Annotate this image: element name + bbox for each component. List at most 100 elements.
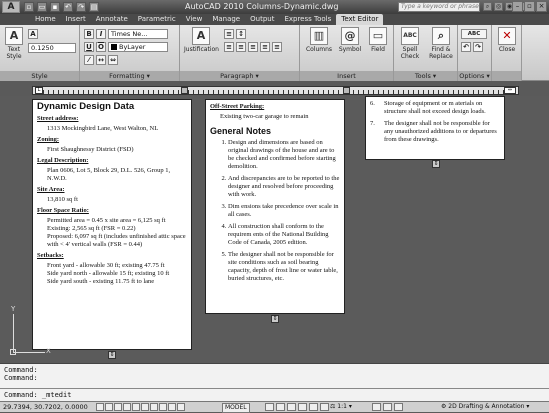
close-panel: ✕ Close: [492, 25, 522, 81]
plot-icon[interactable]: ▤: [89, 2, 99, 12]
layout-icon[interactable]: [265, 403, 274, 411]
text-height-field[interactable]: 0.1250: [28, 43, 76, 53]
color-select[interactable]: ByLayer: [108, 42, 168, 52]
formatting-panel-label[interactable]: Formatting ▾: [80, 71, 179, 81]
save-icon[interactable]: ▪: [50, 2, 60, 12]
new-icon[interactable]: ▫: [24, 2, 34, 12]
command-prompt[interactable]: Command: _mtedit: [4, 391, 71, 399]
oblique-icon[interactable]: ⁄: [84, 55, 94, 65]
tools-panel-label[interactable]: Tools ▾: [394, 71, 457, 81]
coordinate-readout[interactable]: 29.7394, 30.7202, 0.0000: [3, 402, 88, 412]
text-style-button[interactable]: A Text Style: [3, 27, 25, 60]
symbol-label: Symbol: [338, 46, 362, 53]
field-label: Field: [371, 46, 385, 53]
field-button[interactable]: ▭ Field: [366, 27, 390, 53]
layout-icon[interactable]: [276, 403, 285, 411]
close-label: Close: [498, 46, 516, 53]
align-center-icon[interactable]: ≡: [236, 42, 246, 52]
zoom-icon[interactable]: [298, 403, 307, 411]
ucs-y-label: Y: [11, 305, 16, 313]
column-gutter-marker[interactable]: [181, 87, 188, 94]
redo-icon[interactable]: ↷: [76, 2, 86, 12]
annotation-scale[interactable]: ⚖ 1:1 ▾: [330, 402, 352, 412]
options-panel-label[interactable]: Options ▾: [458, 71, 491, 81]
column-gutter-marker[interactable]: [343, 87, 350, 94]
showmotion-icon[interactable]: [320, 403, 329, 411]
symbol-button[interactable]: @ Symbol: [336, 27, 364, 53]
polar-toggle-icon[interactable]: [123, 403, 131, 411]
mtext-column-2[interactable]: Off-Street Parking: Existing two-car gar…: [205, 99, 345, 314]
italic-button[interactable]: I: [96, 29, 106, 39]
minimize-icon[interactable]: –: [512, 1, 523, 12]
distribute-icon[interactable]: ≡: [272, 42, 282, 52]
ucs-icon: Y X: [6, 305, 51, 355]
abc-button[interactable]: ABC: [461, 29, 487, 39]
line-spacing-icon[interactable]: ↕: [236, 29, 246, 39]
close-icon[interactable]: ×: [536, 1, 547, 12]
auto-scale-icon[interactable]: [383, 403, 392, 411]
width-factor-icon[interactable]: ⇔: [108, 55, 118, 65]
tab-insert[interactable]: Insert: [61, 14, 91, 25]
tab-home[interactable]: Home: [30, 14, 61, 25]
undo-icon[interactable]: ↶: [63, 2, 73, 12]
find-replace-icon: ⌕: [432, 27, 450, 45]
ducs-toggle-icon[interactable]: [150, 403, 158, 411]
search-icon[interactable]: ⌕: [483, 2, 492, 11]
align-right-icon[interactable]: ≡: [248, 42, 258, 52]
overline-button[interactable]: O: [96, 42, 106, 52]
close-text-editor-button[interactable]: ✕ Close: [496, 27, 518, 53]
find-replace-button[interactable]: ⌕ Find & Replace: [426, 27, 456, 60]
ortho-toggle-icon[interactable]: [114, 403, 122, 411]
otrack-toggle-icon[interactable]: [141, 403, 149, 411]
tab-view[interactable]: View: [181, 14, 208, 25]
ruler-width-handle[interactable]: ⇔: [504, 87, 516, 94]
undo-icon[interactable]: ↶: [461, 42, 471, 52]
justify-icon[interactable]: ≡: [260, 42, 270, 52]
note-item: 7. The designer shall not be responsible…: [370, 120, 500, 144]
font-select[interactable]: Times Ne...: [108, 29, 168, 39]
osnap-toggle-icon[interactable]: [132, 403, 140, 411]
command-line[interactable]: Command: Command: Command: _mtedit: [0, 363, 549, 401]
ribbon: A Text Style A 0.1250 Style B I Times Ne…: [0, 25, 549, 81]
annotation-visibility-icon[interactable]: [372, 403, 381, 411]
tracking-icon[interactable]: ↔: [96, 55, 106, 65]
pan-icon[interactable]: [287, 403, 296, 411]
mtext-column-3[interactable]: 6. Storage of equipment or m aterials on…: [365, 96, 505, 160]
tab-parametric[interactable]: Parametric: [133, 14, 181, 25]
tab-manage[interactable]: Manage: [207, 14, 245, 25]
application-menu-button[interactable]: A: [2, 1, 20, 13]
column-2-height-grip[interactable]: ⇕: [271, 315, 279, 323]
snap-toggle-icon[interactable]: [96, 403, 104, 411]
ruler-left-indent[interactable]: L: [35, 87, 43, 94]
maximize-icon[interactable]: ▫: [524, 1, 535, 12]
bullets-icon[interactable]: ≡: [224, 29, 234, 39]
spell-check-button[interactable]: ABC Spell Check: [396, 27, 424, 60]
open-icon[interactable]: ▭: [37, 2, 47, 12]
paragraph-panel-label[interactable]: Paragraph ▾: [180, 71, 299, 81]
steeringwheel-icon[interactable]: [309, 403, 318, 411]
bold-button[interactable]: B: [84, 29, 94, 39]
lwt-toggle-icon[interactable]: [168, 403, 176, 411]
align-left-icon[interactable]: ≡: [224, 42, 234, 52]
tab-express-tools[interactable]: Express Tools: [279, 14, 336, 25]
mtext-column-1[interactable]: Dynamic Design Data Street address: 1313…: [32, 99, 192, 350]
columns-button[interactable]: ▥ Columns: [304, 27, 334, 53]
tab-annotate[interactable]: Annotate: [91, 14, 133, 25]
tab-text-editor[interactable]: Text Editor: [336, 14, 384, 25]
tab-output[interactable]: Output: [245, 14, 279, 25]
qp-toggle-icon[interactable]: [177, 403, 185, 411]
workspace-switcher[interactable]: ⚙ 2D Drafting & Annotation ▾: [441, 402, 529, 412]
lock-icon[interactable]: [394, 403, 403, 411]
note-item: And discrepancies are to be reported to …: [228, 175, 340, 199]
column-1-height-grip[interactable]: ⇕: [108, 351, 116, 359]
subscription-icon[interactable]: ◎: [494, 2, 503, 11]
column-3-height-grip[interactable]: ⇕: [432, 160, 440, 168]
justification-button[interactable]: A Justification: [184, 27, 219, 53]
underline-button[interactable]: U: [84, 42, 94, 52]
grid-toggle-icon[interactable]: [105, 403, 113, 411]
search-input[interactable]: Type a keyword or phrase: [398, 2, 480, 12]
dyn-toggle-icon[interactable]: [159, 403, 167, 411]
fsr-label: Floor Space Ratio:: [37, 207, 89, 214]
text-editor-ruler[interactable]: L ⇔: [32, 86, 519, 95]
redo-icon[interactable]: ↷: [473, 42, 483, 52]
